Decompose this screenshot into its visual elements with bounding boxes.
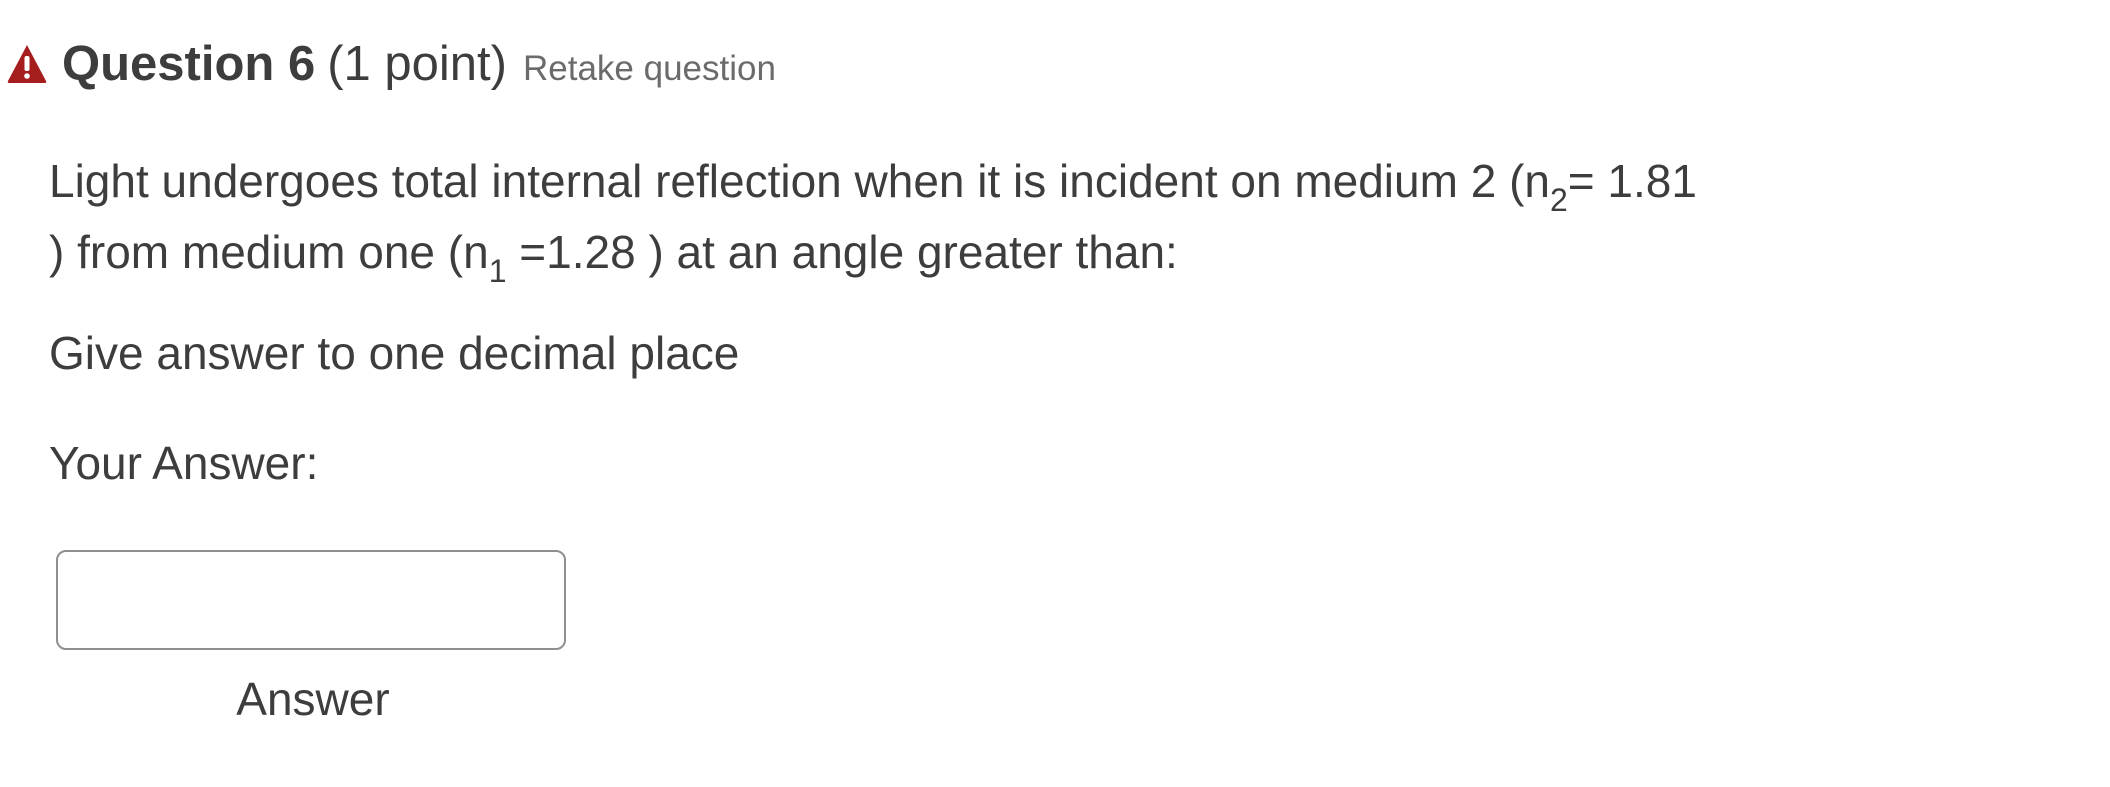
answer-input[interactable] bbox=[56, 550, 566, 650]
your-answer-label: Your Answer: bbox=[49, 437, 319, 489]
question-text-line-1: Light undergoes total internal reflectio… bbox=[49, 155, 1697, 218]
subscript-n2: 2 bbox=[1549, 182, 1568, 218]
question-text: Light undergoes total internal reflectio… bbox=[49, 148, 1949, 290]
warning-triangle-icon bbox=[6, 43, 48, 85]
answer-instruction: Give answer to one decimal place bbox=[49, 327, 740, 379]
retake-question-link[interactable]: Retake question bbox=[523, 49, 776, 89]
question-text-line-2: ) from medium one (n1 =1.28 ) at an angl… bbox=[49, 226, 1178, 289]
question-title: Question 6 bbox=[62, 37, 316, 91]
question-header: Question 6 (1 point) Retake question bbox=[6, 36, 776, 92]
answer-caption: Answer bbox=[236, 673, 390, 725]
question-points: (1 point) bbox=[327, 37, 507, 91]
subscript-n1: 1 bbox=[488, 253, 507, 289]
question-page: Question 6 (1 point) Retake question Lig… bbox=[0, 0, 2110, 787]
